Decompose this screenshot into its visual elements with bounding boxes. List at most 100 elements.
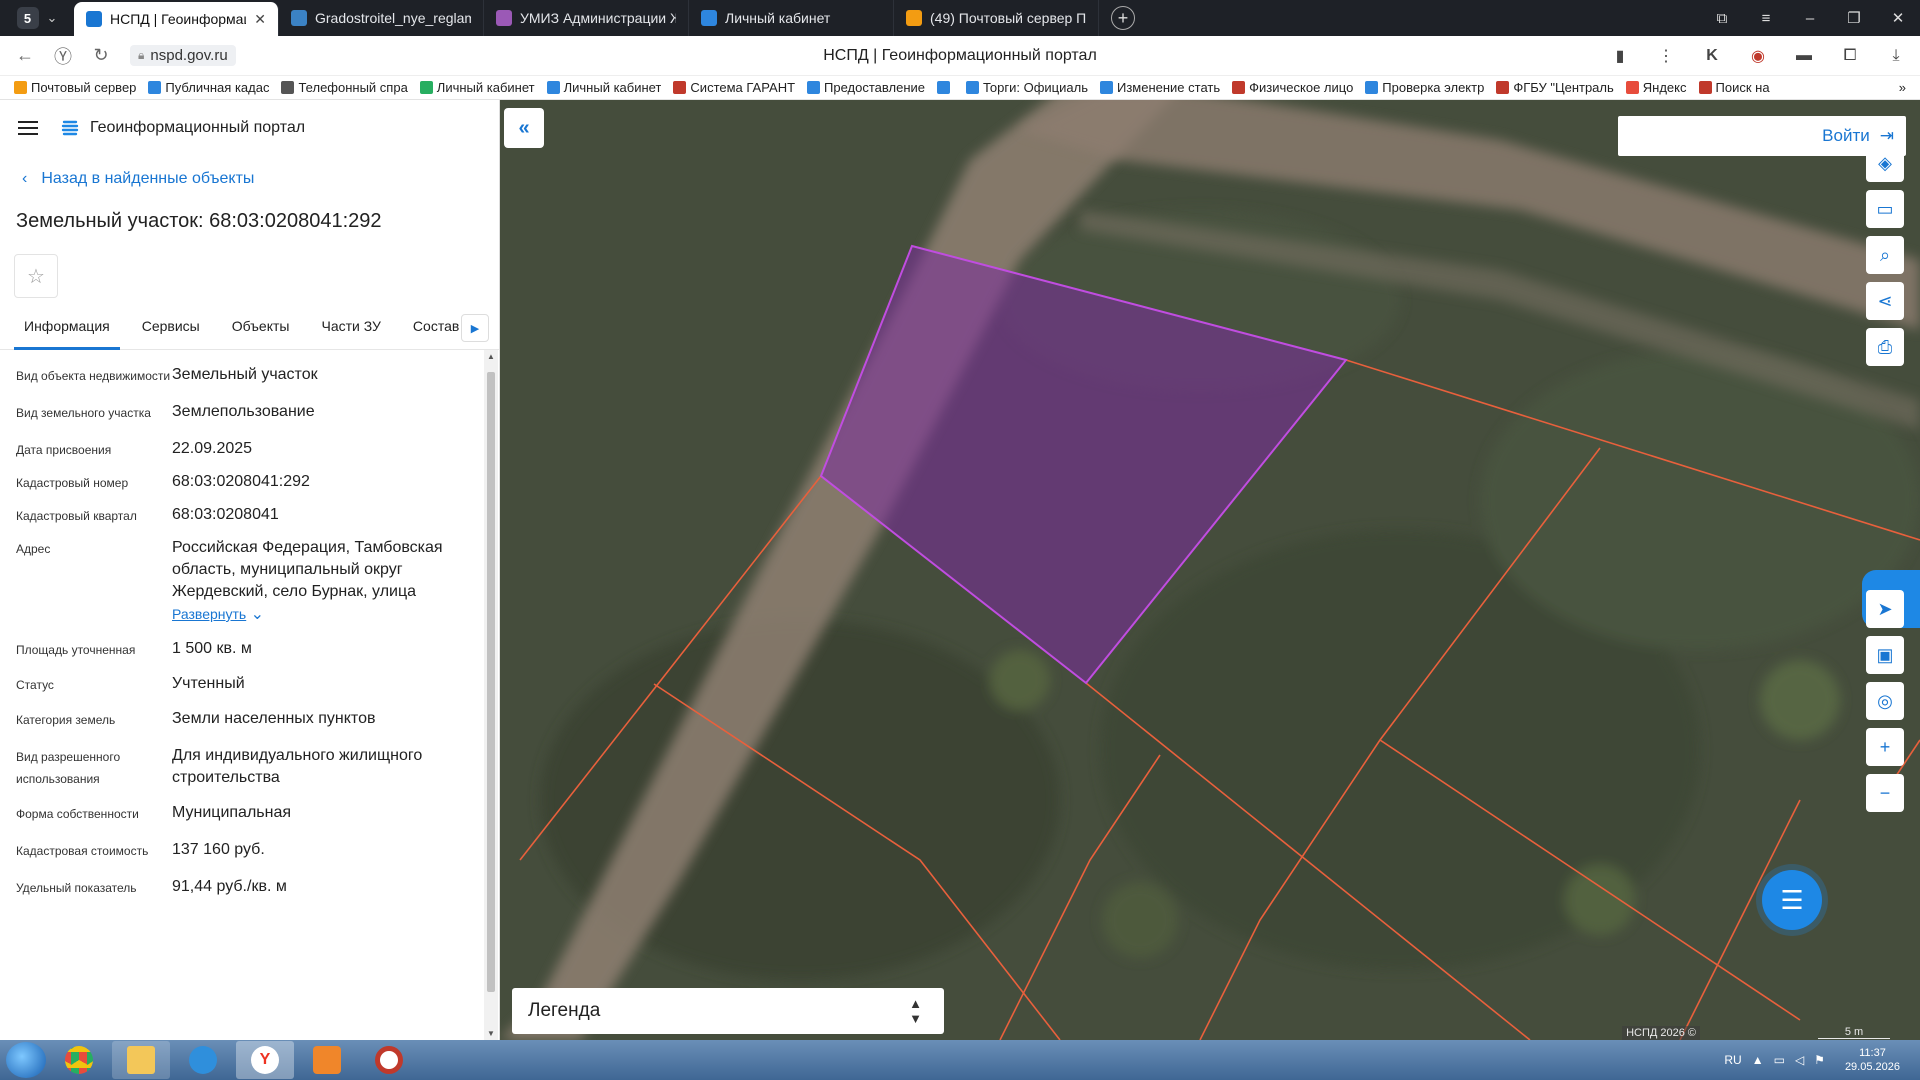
property-key: Статус (16, 678, 54, 692)
bookmark-item[interactable]: Физическое лицо (1232, 80, 1353, 95)
bookmark-item[interactable]: Изменение стать (1099, 80, 1220, 95)
hamburger-menu-icon[interactable] (18, 121, 38, 135)
reload-icon[interactable]: ↻ (82, 45, 120, 66)
pdf-taskbar-button[interactable] (298, 1041, 356, 1079)
browser-menu-icon[interactable]: ≡ (1744, 10, 1788, 27)
clock-time: 11:37 (1859, 1047, 1886, 1059)
area-search-button[interactable]: ⌕ (1866, 236, 1904, 274)
layers-button[interactable]: ◈ (1866, 144, 1904, 182)
downloads-icon[interactable]: ⤓ (1882, 42, 1910, 70)
bookmark-item[interactable]: Торги: Официаль (966, 80, 1088, 95)
map-view[interactable]: « Войти ⇥ ◈ ▭ ⌕ ⋖ ⎙ ✉ ➤ ▣ ◎ + − ☰ Легенд… (500, 100, 1920, 1040)
extension-hat-icon[interactable]: ▬ (1790, 42, 1818, 70)
locate-button[interactable]: ◎ (1866, 682, 1904, 720)
bookmark-item[interactable] (937, 81, 954, 94)
tab-objects[interactable]: Объекты (222, 312, 300, 350)
browser-tab[interactable]: Личный кабинет (689, 0, 894, 36)
bookmark-item[interactable]: Личный кабинет (546, 80, 661, 95)
window-controls: ⧉ ≡ – ❐ ✕ (1700, 0, 1920, 36)
bookmark-item[interactable]: Почтовый сервер (14, 80, 136, 95)
restore-button[interactable]: ❐ (1832, 9, 1876, 27)
app-taskbar-button[interactable] (360, 1041, 418, 1079)
browser-tab[interactable]: УМИЗ Администрации Ж (484, 0, 689, 36)
bookmark-favicon-icon (281, 81, 295, 94)
collapse-panel-button[interactable]: « (504, 108, 544, 148)
property-value-cell: 68:03:0208041:292 (172, 471, 468, 494)
zoom-out-button[interactable]: − (1866, 774, 1904, 812)
system-tray: RU ▲ ▭ ◁ ⚑ 11:37 29.05.2026 (1724, 1040, 1920, 1080)
share-button[interactable]: ⋖ (1866, 282, 1904, 320)
start-button[interactable] (6, 1042, 46, 1078)
tab-parts[interactable]: Части ЗУ (311, 312, 390, 350)
clock[interactable]: 11:37 29.05.2026 (1835, 1046, 1910, 1074)
scroll-down-icon[interactable]: ▼ (484, 1029, 498, 1038)
browser-tab[interactable]: Gradostroitel_nye_reglame (279, 0, 484, 36)
bookmark-item[interactable]: Проверка электр (1365, 80, 1484, 95)
back-to-results-link[interactable]: ‹ Назад в найденные объекты (0, 156, 499, 202)
extension-k-icon[interactable]: K (1698, 42, 1726, 70)
extensions-icon[interactable]: ⧠ (1836, 42, 1864, 70)
yandex-taskbar-button[interactable]: Y (236, 1041, 294, 1079)
minimap-button[interactable]: ▣ (1866, 636, 1904, 674)
bookmarks-tab-icon[interactable]: ⧉ (1700, 10, 1744, 27)
browser-tab[interactable]: (49) Почтовый сервер Пр (894, 0, 1099, 36)
tab-services[interactable]: Сервисы (132, 312, 210, 350)
geolocation-button[interactable]: ➤ (1866, 590, 1904, 628)
volume-icon[interactable]: ◁ (1795, 1053, 1804, 1067)
close-window-button[interactable]: ✕ (1876, 9, 1920, 27)
bookmarks-overflow-icon[interactable]: » (1899, 80, 1920, 95)
bookmark-icon[interactable]: ▮ (1606, 42, 1634, 70)
url-field[interactable]: 🔒︎ nspd.gov.ru (130, 45, 236, 66)
chrome-taskbar-button[interactable] (50, 1041, 108, 1079)
bookmark-label: Предоставление (824, 80, 925, 95)
property-value-cell: 91,44 руб./кв. м (172, 876, 468, 899)
tab-information[interactable]: Информация (14, 312, 120, 350)
sidebar-header: Геоинформационный портал (0, 100, 499, 156)
login-button[interactable]: Войти ⇥ (1618, 116, 1906, 156)
chat-support-button[interactable]: ☰ (1762, 870, 1822, 930)
yandex-browser-icon: Y (251, 1046, 279, 1074)
tray-expand-icon[interactable]: ▲ (1752, 1053, 1764, 1067)
browser-tab[interactable]: НСПД | Геоинформаци ✕ (74, 2, 279, 36)
language-indicator[interactable]: RU (1724, 1053, 1741, 1067)
bookmark-item[interactable]: Телефонный спра (281, 80, 408, 95)
bookmark-item[interactable]: Система ГАРАНТ (673, 80, 795, 95)
properties-list: Вид объекта недвижимости Земельный участо… (0, 350, 484, 1040)
property-value-cell: Земельный участок (172, 364, 468, 387)
tabs-scroll-right-button[interactable]: ▶ (461, 314, 489, 342)
chevron-down-icon: ⌄ (246, 606, 265, 623)
bookmark-item[interactable]: Публичная кадас (148, 80, 269, 95)
measure-button[interactable]: ▭ (1866, 190, 1904, 228)
satellite-map[interactable] (500, 100, 1920, 1040)
network-icon[interactable]: ▭ (1774, 1053, 1785, 1067)
back-arrow-icon[interactable]: ← (6, 45, 44, 66)
close-tab-icon[interactable]: ✕ (254, 11, 266, 28)
legend-panel[interactable]: Легенда ▲ ▼ (512, 988, 944, 1034)
explorer-taskbar-button[interactable] (112, 1041, 170, 1079)
minimize-button[interactable]: – (1788, 10, 1832, 27)
bookmark-item[interactable]: Поиск на (1698, 80, 1770, 95)
tab-composition[interactable]: Состав (403, 312, 469, 350)
bookmark-item[interactable]: Предоставление (807, 80, 925, 95)
bookmark-item[interactable]: Личный кабинет (419, 80, 535, 95)
print-button[interactable]: ⎙ (1866, 328, 1904, 366)
flag-icon[interactable]: ⚑ (1814, 1053, 1825, 1067)
ie-taskbar-button[interactable] (174, 1041, 232, 1079)
yandex-icon[interactable]: Ⓨ (44, 43, 82, 69)
portal-logo[interactable]: Геоинформационный портал (60, 118, 305, 138)
zoom-in-button[interactable]: + (1866, 728, 1904, 766)
expand-address-link[interactable]: Развернуть (172, 606, 246, 622)
scrollbar-thumb[interactable] (487, 372, 495, 992)
more-icon[interactable]: ⋮ (1652, 42, 1680, 70)
extension-pie-icon[interactable]: ◉ (1744, 42, 1772, 70)
bookmark-item[interactable]: Яндекс (1625, 80, 1687, 95)
new-tab-button[interactable]: + (1111, 6, 1135, 30)
favorite-button[interactable]: ☆ (14, 254, 58, 298)
scroll-up-icon[interactable]: ▲ (484, 352, 498, 361)
address-bar: ← Ⓨ ↻ 🔒︎ nspd.gov.ru НСПД | Геоинформаци… (0, 36, 1920, 76)
bookmark-item[interactable]: ФГБУ "Централь (1496, 80, 1614, 95)
ruler-icon: ▭ (1876, 198, 1894, 219)
sidebar-scrollbar[interactable]: ▲ ▼ (484, 350, 498, 1040)
browser-menu-button[interactable]: 5 ⌄ (0, 0, 74, 36)
map-attribution: НСПД 2026 © (1622, 1026, 1700, 1040)
